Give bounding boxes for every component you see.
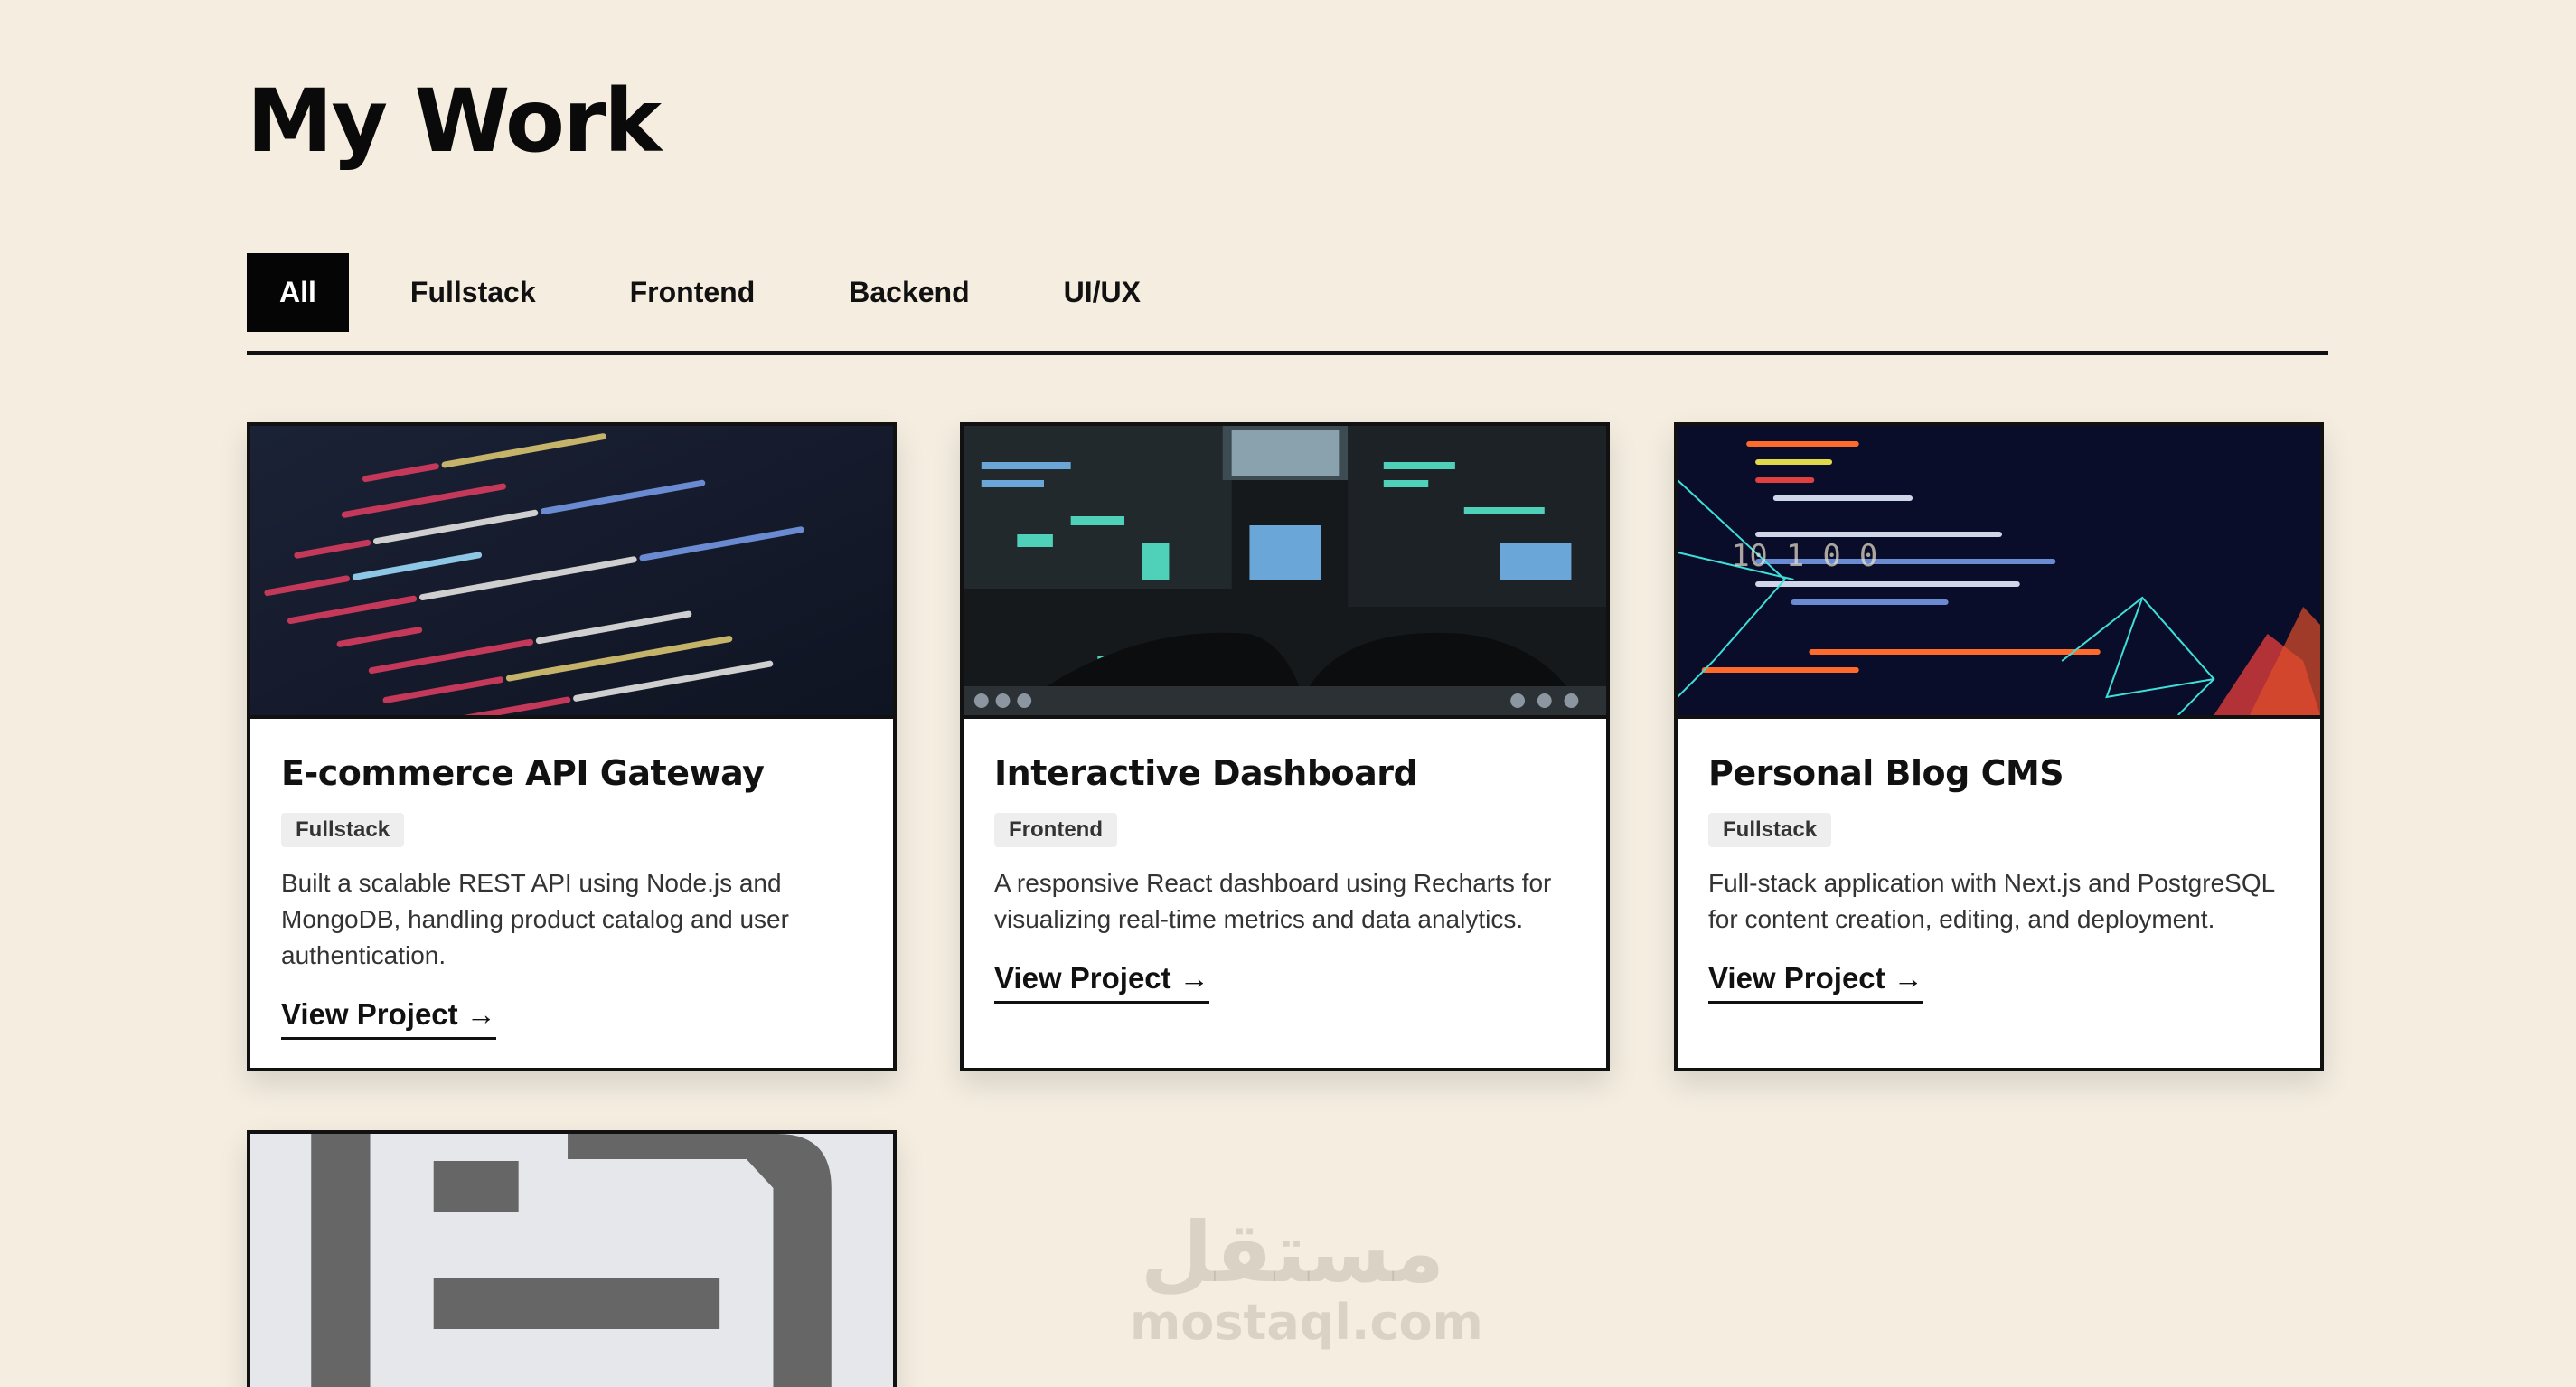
category-badge: Fullstack xyxy=(1708,813,1832,847)
watermark-latin: mostaql.com xyxy=(1130,1294,1483,1351)
tab-uiux[interactable]: UI/UX xyxy=(1017,253,1188,332)
project-card[interactable]: Interactive Dashboard Frontend A respons… xyxy=(960,422,1610,1071)
watermark: مستقل mostaql.com xyxy=(1130,1204,1483,1351)
project-description: Built a scalable REST API using Node.js … xyxy=(281,869,789,969)
project-image-data-network: 10 1 0 0 xyxy=(1678,426,2320,719)
filter-tabs: All Fullstack Frontend Backend UI/UX xyxy=(247,253,2328,355)
watermark-arabic: مستقل xyxy=(1140,1204,1445,1301)
view-project-link[interactable]: View Project → xyxy=(994,961,1209,1004)
project-image-dashboard xyxy=(964,426,1606,719)
project-title: E-commerce API Gateway xyxy=(281,753,765,793)
tab-all[interactable]: All xyxy=(247,253,349,332)
category-badge: Frontend xyxy=(994,813,1117,847)
tab-backend[interactable]: Backend xyxy=(802,253,1016,332)
project-description: Full-stack application with Next.js and … xyxy=(1708,869,2275,933)
tab-fullstack[interactable]: Fullstack xyxy=(349,253,583,332)
tab-frontend[interactable]: Frontend xyxy=(583,253,803,332)
project-description: A responsive React dashboard using Recha… xyxy=(994,869,1552,933)
project-image-code-editor xyxy=(250,426,893,719)
view-project-link[interactable]: View Project → xyxy=(1708,961,1923,1004)
portfolio-page: My Work All Fullstack Frontend Backend U… xyxy=(0,0,2576,1387)
project-card[interactable] xyxy=(247,1130,897,1387)
project-card[interactable]: E-commerce API Gateway Fullstack Built a… xyxy=(247,422,897,1071)
placeholder-image-icon xyxy=(250,1134,893,1387)
svg-text:10 1 0 0: 10 1 0 0 xyxy=(1731,538,1877,573)
project-card[interactable]: 10 1 0 0 Personal Blog CMS Fullstack Ful… xyxy=(1674,422,2324,1071)
project-title: Interactive Dashboard xyxy=(994,753,1418,793)
project-image-placeholder xyxy=(250,1134,893,1387)
view-project-link[interactable]: View Project → xyxy=(281,997,496,1040)
project-title: Personal Blog CMS xyxy=(1708,753,2064,793)
page-title: My Work xyxy=(247,71,662,172)
category-badge: Fullstack xyxy=(281,813,405,847)
